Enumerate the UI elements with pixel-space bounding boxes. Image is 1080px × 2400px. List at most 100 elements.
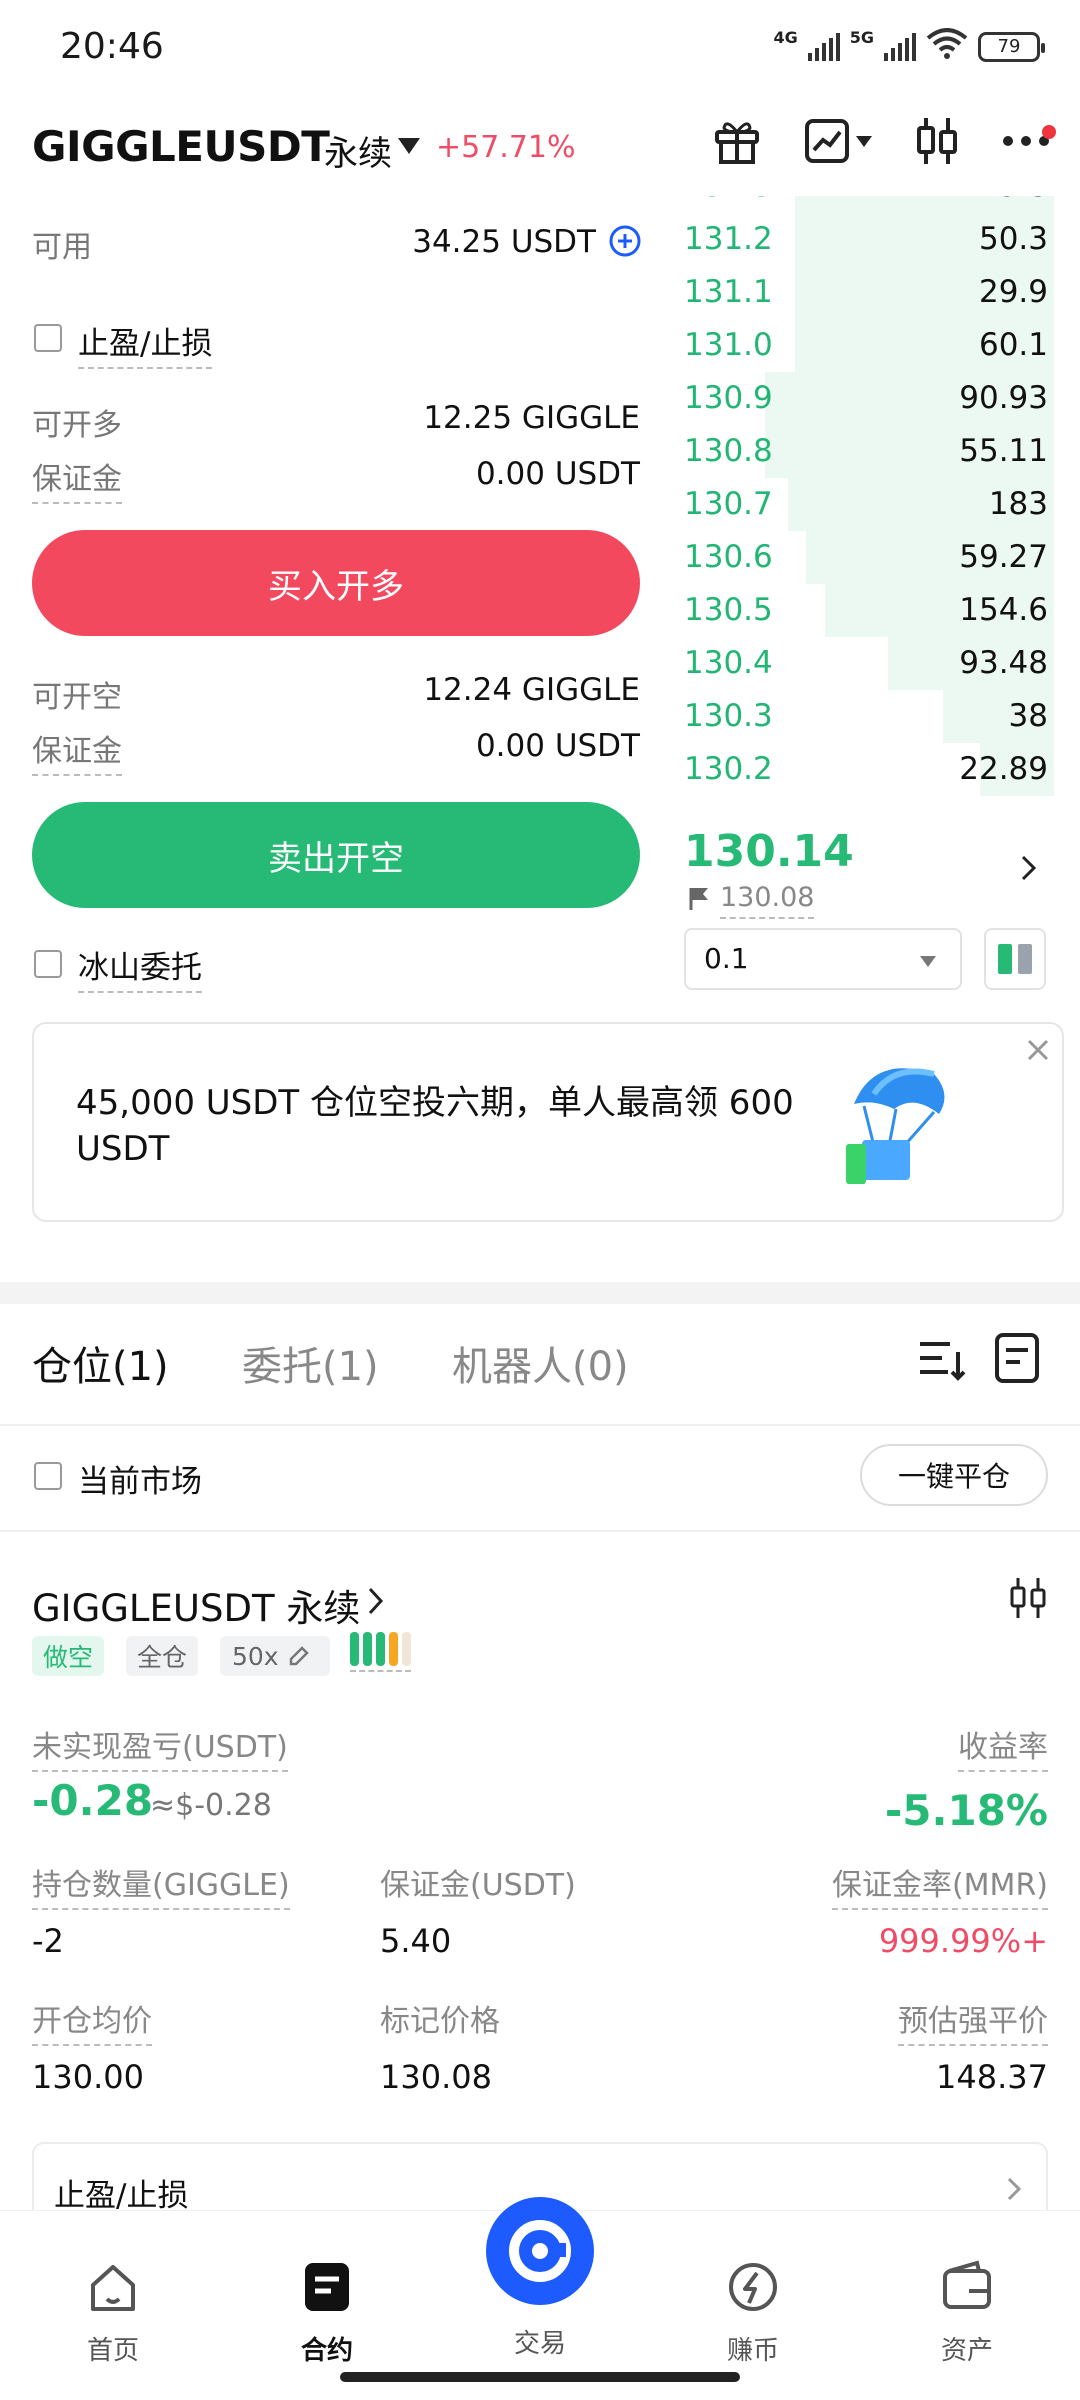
tab-orders[interactable]: 委托(1) xyxy=(242,1334,379,1392)
position-size-value: -2 xyxy=(32,1922,64,1960)
orderbook-price: 131.1 xyxy=(684,274,773,310)
position-size-label: 持仓数量(GIGGLE) xyxy=(32,1860,290,1910)
notification-dot xyxy=(1042,125,1056,139)
nav-trade-label[interactable]: 交易 xyxy=(475,2323,605,2360)
wifi-icon xyxy=(926,28,968,65)
orderbook-qty: 59.27 xyxy=(959,539,1048,575)
orderbook-row[interactable]: 131.1 29.9 xyxy=(684,266,1054,319)
orderbook-qty: 38 xyxy=(1008,698,1048,734)
contract-type[interactable]: 永续 xyxy=(324,126,392,175)
entry-price-value: 130.00 xyxy=(32,2058,144,2096)
last-price: 130.14 xyxy=(684,826,854,877)
orderbook-row[interactable]: 130.9 90.93 xyxy=(684,372,1054,425)
mark-price: 130.08 xyxy=(720,882,815,919)
orderbook-row[interactable]: 130.8 55.11 xyxy=(684,425,1054,478)
orderbook-price: 130.3 xyxy=(684,698,773,734)
futures-icon xyxy=(305,2263,349,2311)
nav-earn-label: 赚币 xyxy=(726,2336,779,2366)
chevron-down-icon xyxy=(920,956,936,967)
nav-home[interactable]: 首页 xyxy=(48,2259,178,2367)
orderbook-price: 130.6 xyxy=(684,539,773,575)
nav-assets[interactable]: 资产 xyxy=(902,2259,1032,2367)
leverage-value: 50x xyxy=(232,1641,279,1671)
orderbook-row[interactable]: 130.5 154.6 xyxy=(684,584,1054,637)
tab-positions[interactable]: 仓位(1) xyxy=(32,1334,169,1392)
iceberg-checkbox[interactable] xyxy=(34,950,62,978)
wallet-icon xyxy=(943,2260,991,2309)
position-chevron-right-icon[interactable] xyxy=(366,1586,386,1620)
signal-icon xyxy=(807,32,840,61)
orderbook-row[interactable]: 131.2 50.3 xyxy=(684,213,1054,266)
parachute-icon xyxy=(834,1054,954,1198)
orderbook-qty: 29.9 xyxy=(978,274,1048,310)
current-market-checkbox[interactable] xyxy=(34,1462,62,1490)
mark-price-value: 130.08 xyxy=(380,2058,492,2096)
depth-bar xyxy=(795,196,1054,213)
mmr-label: 保证金率(MMR) xyxy=(831,1860,1048,1910)
orderbook-row[interactable]: 130.2 22.89 xyxy=(684,743,1054,796)
nav-earn[interactable]: 赚币 xyxy=(688,2259,818,2367)
close-icon[interactable] xyxy=(1024,1036,1052,1068)
pair-dropdown-caret-icon[interactable] xyxy=(398,138,420,154)
side-badge: 做空 xyxy=(32,1636,104,1676)
nav-home-label: 首页 xyxy=(86,2336,139,2366)
current-market-label[interactable]: 当前市场 xyxy=(78,1456,202,1501)
orderbook-qty: 93.48 xyxy=(959,645,1048,681)
earn-icon xyxy=(729,2263,777,2311)
orderbook-qty: 19.8 xyxy=(978,168,1048,204)
sort-icon[interactable] xyxy=(918,1338,966,1386)
nav-assets-label: 资产 xyxy=(940,2336,993,2366)
orderbook-price: 130.5 xyxy=(684,592,773,628)
filter-divider xyxy=(0,1530,1080,1532)
book-layout-toggle[interactable] xyxy=(984,928,1046,990)
promo-banner[interactable]: 45,000 USDT 仓位空投六期，单人最高领 600 USDT xyxy=(32,1022,1064,1222)
orderbook-price: 130.4 xyxy=(684,645,773,681)
orderbook-price: 130.8 xyxy=(684,433,773,469)
position-tpsl-label: 止盈/止损 xyxy=(54,2178,189,2214)
gift-icon[interactable] xyxy=(712,116,762,166)
upnl-value: -0.28 xyxy=(32,1776,154,1825)
upnl-usd: ≈$-0.28 xyxy=(150,1788,272,1823)
orderbook-row[interactable]: 130.7 183 xyxy=(684,478,1054,531)
roe-label: 收益率 xyxy=(958,1722,1048,1772)
chevron-right-icon[interactable] xyxy=(1020,854,1038,886)
liquidation-price-value: 148.37 xyxy=(936,2058,1048,2096)
signal-icon-2 xyxy=(884,32,916,61)
orderbook-row[interactable]: 130.3 38 xyxy=(684,690,1054,743)
depth-precision-select[interactable]: 0.1 xyxy=(684,928,962,990)
orderbook-qty: 55.11 xyxy=(959,433,1048,469)
upnl-label: 未实现盈亏(USDT) xyxy=(32,1722,288,1772)
tab-bots[interactable]: 机器人(0) xyxy=(452,1334,629,1392)
liquidation-price-label: 预估强平价 xyxy=(898,1996,1048,2046)
orderbook-price: 131.3 xyxy=(684,168,773,204)
orderbook-row[interactable]: 131.0 60.1 xyxy=(684,319,1054,372)
candlestick-icon[interactable] xyxy=(914,116,960,166)
edit-icon xyxy=(289,1646,309,1666)
orderbook-row[interactable]: 130.6 59.27 xyxy=(684,531,1054,584)
history-icon[interactable] xyxy=(994,1332,1040,1388)
home-indicator xyxy=(340,2372,740,2382)
position-chart-icon[interactable] xyxy=(1008,1576,1048,1624)
chart-icon[interactable] xyxy=(804,118,872,164)
leverage-badge[interactable]: 50x xyxy=(220,1636,330,1676)
orderbook-row[interactable]: 130.4 93.48 xyxy=(684,637,1054,690)
more-menu-icon[interactable] xyxy=(1002,125,1056,149)
roe-value: -5.18% xyxy=(884,1786,1048,1835)
network-5g-label: 5G xyxy=(849,28,874,47)
risk-level-icon[interactable] xyxy=(350,1632,411,1672)
price-change-percent: +57.71% xyxy=(436,130,576,165)
iceberg-label[interactable]: 冰山委托 xyxy=(78,942,202,993)
header-actions xyxy=(712,116,1056,166)
close-all-button[interactable]: 一键平仓 xyxy=(860,1444,1048,1506)
trade-fab-button[interactable] xyxy=(486,2197,594,2305)
position-symbol[interactable]: GIGGLEUSDT 永续 xyxy=(32,1578,360,1632)
mmr-value: 999.99%+ xyxy=(878,1922,1048,1960)
depth-precision-value: 0.1 xyxy=(704,942,749,975)
position-margin-label: 保证金(USDT) xyxy=(380,1868,576,1903)
battery-icon: 79 xyxy=(978,31,1045,62)
nav-futures[interactable]: 合约 xyxy=(262,2259,392,2367)
orderbook-row[interactable]: 131.3 19.8 xyxy=(684,168,1054,213)
pair-title[interactable]: GIGGLEUSDT xyxy=(32,122,330,171)
orderbook-price: 131.2 xyxy=(684,221,773,257)
sell-short-button[interactable]: 卖出开空 xyxy=(32,802,640,908)
